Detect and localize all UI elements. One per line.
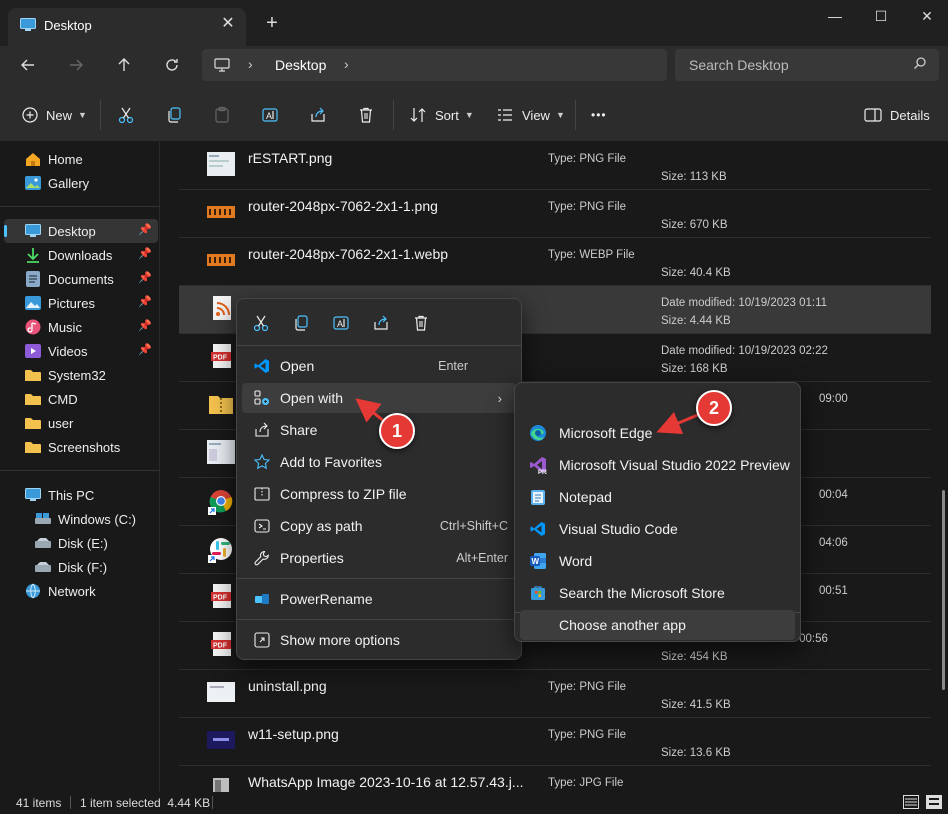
step-2-badge: 2	[696, 390, 732, 426]
step-2-arrow	[656, 411, 701, 435]
step-1-badge: 1	[379, 413, 415, 449]
annotation-arrows	[355, 398, 701, 435]
step-1-arrow	[355, 398, 386, 424]
